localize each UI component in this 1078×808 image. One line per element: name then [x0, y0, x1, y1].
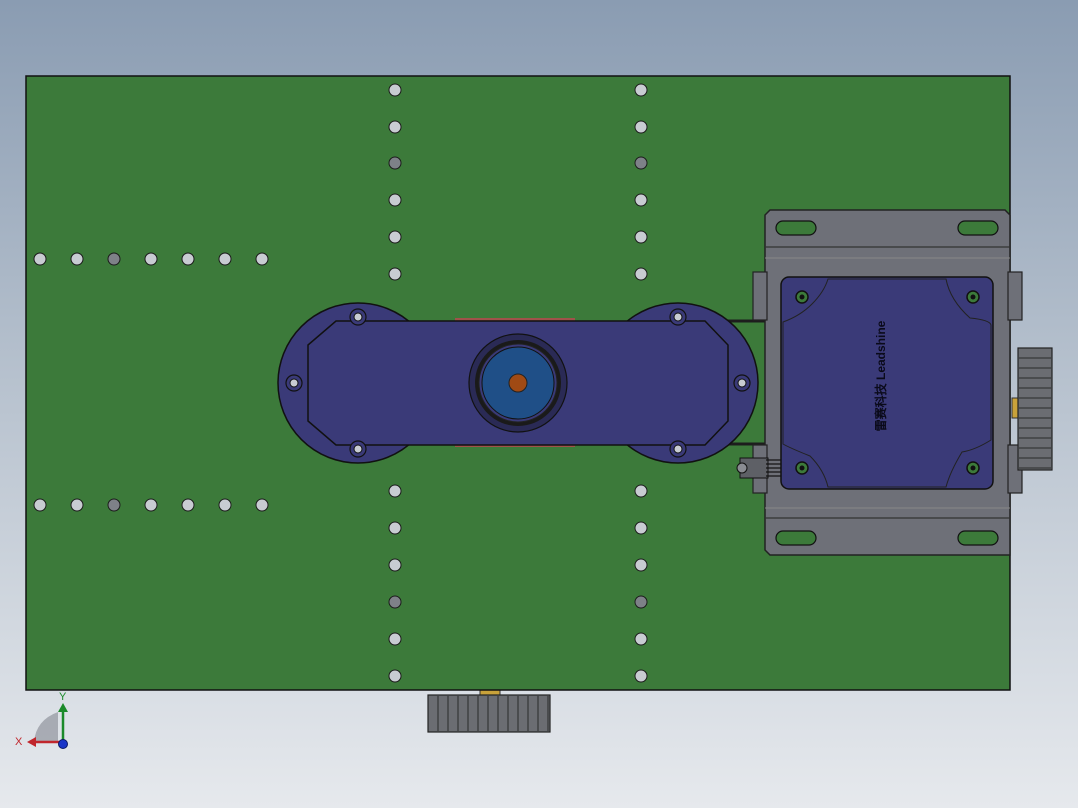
- bracket-slot: [957, 220, 999, 236]
- mounting-hole: [33, 498, 47, 512]
- mounting-hole: [144, 498, 158, 512]
- mounting-hole: [33, 252, 47, 266]
- mounting-hole: [107, 252, 121, 266]
- mounting-hole: [218, 252, 232, 266]
- mounting-hole: [634, 632, 648, 646]
- y-axis-label: Y: [59, 691, 67, 703]
- mounting-hole: [388, 156, 402, 170]
- x-axis-label: X: [15, 736, 23, 748]
- bracket-slot: [775, 220, 817, 236]
- mounting-hole: [388, 230, 402, 244]
- mounting-hole: [388, 120, 402, 134]
- side-adjustment-knob[interactable]: [1011, 347, 1053, 471]
- rotary-arm-assembly[interactable]: [277, 302, 759, 464]
- mounting-hole: [634, 230, 648, 244]
- mounting-hole: [144, 252, 158, 266]
- cad-viewport[interactable]: 雷赛科技 Leadshine X Y: [0, 0, 1078, 808]
- mounting-hole: [255, 498, 269, 512]
- motor-brand-label: 雷赛科技 Leadshine: [873, 320, 888, 431]
- mounting-hole: [218, 498, 232, 512]
- mounting-hole: [634, 156, 648, 170]
- mounting-hole: [107, 498, 121, 512]
- mounting-hole: [634, 558, 648, 572]
- mounting-hole: [70, 252, 84, 266]
- mounting-hole: [634, 83, 648, 97]
- mounting-hole: [388, 193, 402, 207]
- mounting-hole: [388, 484, 402, 498]
- mounting-hole: [388, 267, 402, 281]
- mounting-hole: [634, 669, 648, 683]
- view-orientation-triad[interactable]: X Y: [15, 691, 68, 749]
- mounting-hole: [255, 252, 269, 266]
- mounting-hole: [181, 252, 195, 266]
- mounting-hole: [388, 632, 402, 646]
- hub-shaft: [508, 373, 528, 393]
- mounting-hole: [388, 83, 402, 97]
- mounting-hole: [634, 521, 648, 535]
- bracket-slot: [957, 530, 999, 546]
- mounting-hole: [634, 120, 648, 134]
- stepper-motor[interactable]: 雷赛科技 Leadshine: [780, 276, 994, 490]
- mounting-hole: [634, 595, 648, 609]
- mounting-hole: [388, 595, 402, 609]
- mounting-hole: [388, 558, 402, 572]
- mounting-hole: [388, 669, 402, 683]
- center-hub[interactable]: [468, 333, 568, 433]
- bottom-adjustment-knob[interactable]: [427, 687, 551, 733]
- mounting-hole: [634, 193, 648, 207]
- mounting-hole: [634, 484, 648, 498]
- mounting-hole: [70, 498, 84, 512]
- bracket-slot: [775, 530, 817, 546]
- mounting-hole: [388, 521, 402, 535]
- mounting-hole: [634, 267, 648, 281]
- mounting-hole: [181, 498, 195, 512]
- triad-origin: [58, 739, 68, 749]
